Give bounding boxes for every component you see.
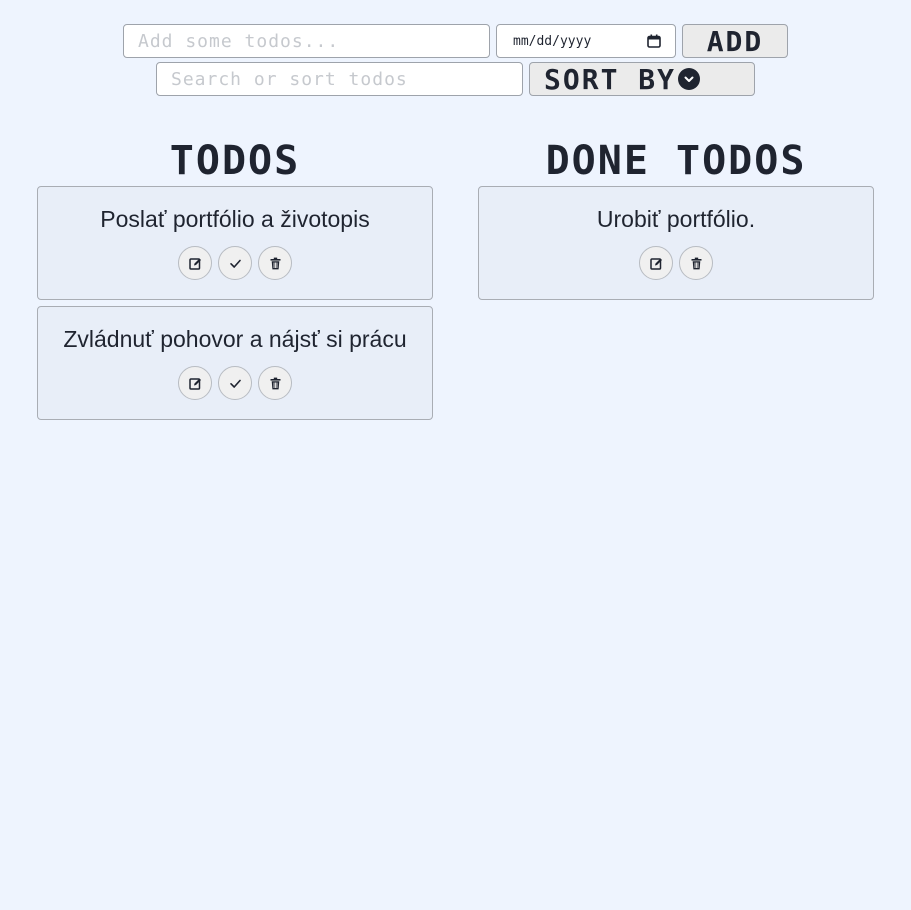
- edit-icon: [649, 257, 663, 270]
- complete-button[interactable]: [218, 366, 252, 400]
- todo-actions: [38, 246, 432, 280]
- date-placeholder: mm/dd/yyyy: [513, 33, 592, 49]
- todos-heading: TODOS: [169, 138, 301, 184]
- done-todos-heading: DONE TODOS: [545, 138, 807, 184]
- todo-text: Poslať portfólio a životopis: [100, 206, 370, 232]
- delete-button[interactable]: [679, 246, 713, 280]
- add-todo-input[interactable]: [123, 24, 490, 58]
- sort-by-label: SORT BY: [544, 62, 677, 96]
- done-todo-text: Urobiť portfólio.: [596, 206, 756, 232]
- check-icon: [229, 257, 242, 270]
- edit-icon: [188, 377, 202, 390]
- search-input[interactable]: [156, 62, 523, 96]
- todo-card: Zvládnuť pohovor a nájsť si prácu: [37, 306, 433, 420]
- todo-actions: [38, 366, 432, 400]
- add-button[interactable]: ADD: [682, 24, 788, 58]
- edit-icon: [188, 257, 202, 270]
- todo-text: Zvládnuť pohovor a nájsť si prácu: [63, 326, 407, 352]
- trash-icon: [269, 377, 282, 390]
- sort-by-button[interactable]: SORT BY: [529, 62, 755, 96]
- delete-button[interactable]: [258, 246, 292, 280]
- complete-button[interactable]: [218, 246, 252, 280]
- done-todo-actions: [479, 246, 873, 280]
- trash-icon: [690, 257, 703, 270]
- edit-button[interactable]: [178, 366, 212, 400]
- done-todo-card: Urobiť portfólio.: [478, 186, 874, 300]
- delete-button[interactable]: [258, 366, 292, 400]
- due-date-input[interactable]: mm/dd/yyyy: [496, 24, 676, 58]
- edit-button[interactable]: [178, 246, 212, 280]
- chevron-down-icon: [678, 68, 701, 90]
- trash-icon: [269, 257, 282, 270]
- calendar-icon[interactable]: [647, 34, 661, 48]
- check-icon: [229, 377, 242, 390]
- todo-card: Poslať portfólio a životopis: [37, 186, 433, 300]
- edit-button[interactable]: [639, 246, 673, 280]
